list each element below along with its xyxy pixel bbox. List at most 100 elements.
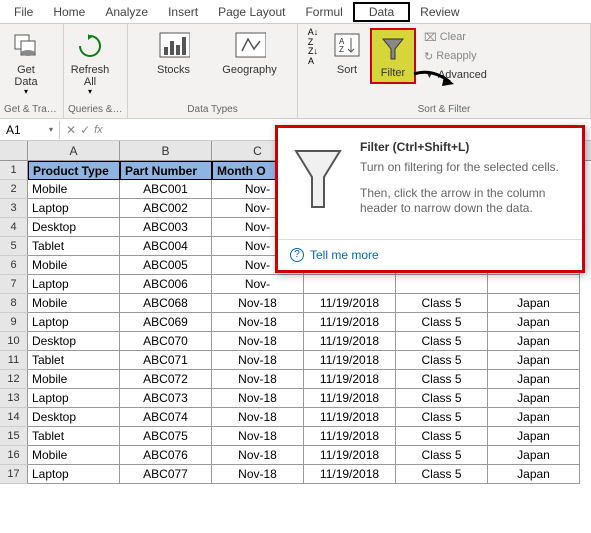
- cell[interactable]: Japan: [488, 408, 580, 427]
- col-header[interactable]: A: [28, 141, 120, 160]
- cell[interactable]: ABC071: [120, 351, 212, 370]
- cell[interactable]: Japan: [488, 351, 580, 370]
- tab-page-layout[interactable]: Page Layout: [208, 2, 295, 22]
- name-box[interactable]: A1▾: [0, 121, 60, 139]
- row-header[interactable]: 16: [0, 446, 28, 465]
- cell[interactable]: ABC076: [120, 446, 212, 465]
- cell[interactable]: Japan: [488, 389, 580, 408]
- geography-button[interactable]: Geography: [218, 28, 282, 78]
- cell[interactable]: Laptop: [28, 465, 120, 484]
- tab-analyze[interactable]: Analyze: [95, 2, 158, 22]
- stocks-button[interactable]: Stocks: [144, 28, 204, 78]
- cell[interactable]: Japan: [488, 465, 580, 484]
- cell[interactable]: ABC077: [120, 465, 212, 484]
- select-all-corner[interactable]: [0, 141, 28, 160]
- cell[interactable]: ABC072: [120, 370, 212, 389]
- cell[interactable]: Mobile: [28, 370, 120, 389]
- row-header[interactable]: 1: [0, 161, 28, 180]
- cell[interactable]: Nov-18: [212, 465, 304, 484]
- row-header[interactable]: 13: [0, 389, 28, 408]
- clear-button[interactable]: ⌧Clear: [424, 28, 487, 46]
- cell[interactable]: Nov-18: [212, 351, 304, 370]
- cell[interactable]: 11/19/2018: [304, 294, 396, 313]
- cell[interactable]: ABC069: [120, 313, 212, 332]
- cell[interactable]: Class 5: [396, 370, 488, 389]
- cell[interactable]: Class 5: [396, 332, 488, 351]
- cell[interactable]: Japan: [488, 332, 580, 351]
- cell[interactable]: 11/19/2018: [304, 408, 396, 427]
- cell[interactable]: ABC003: [120, 218, 212, 237]
- row-header[interactable]: 5: [0, 237, 28, 256]
- cell[interactable]: 11/19/2018: [304, 427, 396, 446]
- cell[interactable]: 11/19/2018: [304, 389, 396, 408]
- cell[interactable]: Class 5: [396, 389, 488, 408]
- cell[interactable]: Mobile: [28, 256, 120, 275]
- cell[interactable]: ABC075: [120, 427, 212, 446]
- cell[interactable]: ABC068: [120, 294, 212, 313]
- tab-insert[interactable]: Insert: [158, 2, 208, 22]
- cell[interactable]: Japan: [488, 294, 580, 313]
- row-header[interactable]: 17: [0, 465, 28, 484]
- row-header[interactable]: 10: [0, 332, 28, 351]
- tab-data[interactable]: Data: [353, 2, 410, 22]
- cell[interactable]: Tablet: [28, 351, 120, 370]
- filter-button[interactable]: Filter: [373, 31, 413, 81]
- cell[interactable]: Nov-18: [212, 389, 304, 408]
- cell[interactable]: Nov-18: [212, 370, 304, 389]
- cell[interactable]: Desktop: [28, 218, 120, 237]
- cell[interactable]: [488, 275, 580, 294]
- get-data-button[interactable]: Get Data ▾: [4, 28, 48, 99]
- row-header[interactable]: 9: [0, 313, 28, 332]
- row-header[interactable]: 8: [0, 294, 28, 313]
- refresh-all-button[interactable]: Refresh All ▾: [68, 28, 112, 99]
- tab-file[interactable]: File: [4, 2, 43, 22]
- sort-az-button[interactable]: A↓Z: [302, 28, 324, 46]
- tell-me-more-link[interactable]: ? Tell me more: [278, 239, 582, 270]
- cell[interactable]: Mobile: [28, 446, 120, 465]
- row-header[interactable]: 15: [0, 427, 28, 446]
- row-header[interactable]: 2: [0, 180, 28, 199]
- cancel-icon[interactable]: ✕: [66, 123, 76, 137]
- cell[interactable]: Japan: [488, 313, 580, 332]
- cell[interactable]: ABC001: [120, 180, 212, 199]
- cell[interactable]: Nov-18: [212, 294, 304, 313]
- cell[interactable]: Class 5: [396, 446, 488, 465]
- fx-button[interactable]: fx: [94, 124, 103, 136]
- cell[interactable]: Laptop: [28, 389, 120, 408]
- cell[interactable]: Japan: [488, 370, 580, 389]
- row-header[interactable]: 7: [0, 275, 28, 294]
- cell[interactable]: ABC073: [120, 389, 212, 408]
- cell[interactable]: ABC005: [120, 256, 212, 275]
- cell[interactable]: 11/19/2018: [304, 332, 396, 351]
- cell[interactable]: ABC070: [120, 332, 212, 351]
- cell[interactable]: Class 5: [396, 313, 488, 332]
- cell[interactable]: Nov-18: [212, 332, 304, 351]
- row-header[interactable]: 12: [0, 370, 28, 389]
- cell[interactable]: Tablet: [28, 427, 120, 446]
- cell[interactable]: Class 5: [396, 294, 488, 313]
- cell[interactable]: Nov-18: [212, 427, 304, 446]
- row-header[interactable]: 14: [0, 408, 28, 427]
- cell[interactable]: [396, 275, 488, 294]
- cell[interactable]: Class 5: [396, 427, 488, 446]
- tab-review[interactable]: Review: [410, 2, 469, 22]
- cell[interactable]: Nov-18: [212, 408, 304, 427]
- row-header[interactable]: 11: [0, 351, 28, 370]
- tab-formulas[interactable]: Formul: [295, 2, 352, 22]
- row-header[interactable]: 6: [0, 256, 28, 275]
- cell[interactable]: Laptop: [28, 199, 120, 218]
- cell[interactable]: Japan: [488, 427, 580, 446]
- advanced-button[interactable]: ▼Advanced: [424, 66, 487, 84]
- cell[interactable]: ABC002: [120, 199, 212, 218]
- cell[interactable]: Class 5: [396, 351, 488, 370]
- sort-button[interactable]: AZ Sort: [328, 28, 366, 78]
- cell[interactable]: Tablet: [28, 237, 120, 256]
- cell[interactable]: Class 5: [396, 465, 488, 484]
- row-header[interactable]: 4: [0, 218, 28, 237]
- cell[interactable]: 11/19/2018: [304, 446, 396, 465]
- cell[interactable]: Nov-18: [212, 446, 304, 465]
- cell[interactable]: Nov-: [212, 275, 304, 294]
- cell[interactable]: Mobile: [28, 180, 120, 199]
- cell[interactable]: 11/19/2018: [304, 465, 396, 484]
- cell[interactable]: Mobile: [28, 294, 120, 313]
